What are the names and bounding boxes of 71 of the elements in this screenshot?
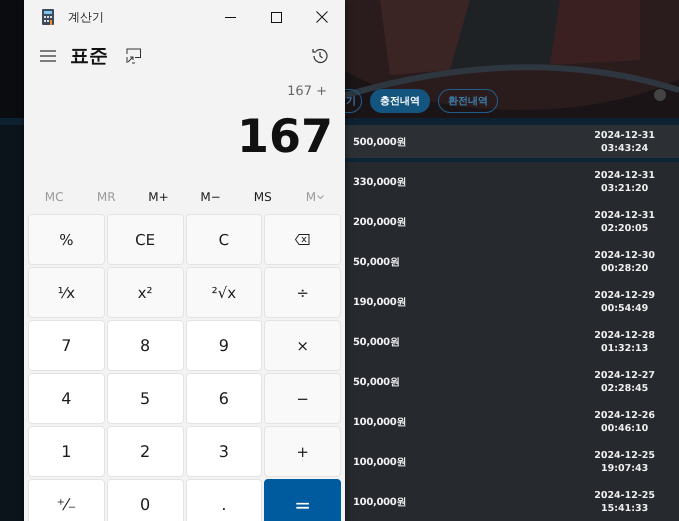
history-tab[interactable]: 환전내역 bbox=[438, 89, 498, 113]
number-key[interactable]: 9 bbox=[186, 320, 262, 372]
operator-key[interactable]: ¹⁄x bbox=[28, 267, 105, 318]
equals-key[interactable]: = bbox=[264, 479, 341, 521]
time-text: 00:46:10 bbox=[600, 422, 650, 435]
date-text: 2024-12-28 bbox=[594, 329, 655, 342]
time-text: 00:28:20 bbox=[600, 262, 650, 275]
number-key[interactable]: 8 bbox=[106, 320, 184, 372]
operator-key[interactable]: ²√x bbox=[186, 267, 262, 318]
date-text: 2024-12-29 bbox=[594, 289, 655, 302]
amount-text: 100,000원 bbox=[353, 456, 406, 469]
number-key[interactable]: 7 bbox=[28, 320, 105, 372]
mode-title: 표준 bbox=[70, 44, 108, 70]
maximize-icon bbox=[270, 12, 282, 22]
number-key[interactable]: 6 bbox=[186, 373, 262, 424]
memory-button[interactable]: M+ bbox=[132, 188, 185, 205]
number-key[interactable]: . bbox=[186, 479, 262, 521]
caret-icon bbox=[317, 194, 324, 199]
memory-button[interactable]: MS bbox=[236, 188, 289, 205]
amount-text: 50,000원 bbox=[353, 376, 400, 389]
number-key[interactable]: 5 bbox=[106, 373, 184, 424]
minimize-icon bbox=[224, 16, 236, 18]
time-text: 01:32:13 bbox=[600, 342, 650, 355]
number-key[interactable]: 1 bbox=[28, 426, 105, 478]
time-text: 02:20:05 bbox=[600, 222, 650, 235]
memory-button[interactable]: M− bbox=[184, 188, 237, 205]
number-key[interactable]: 3 bbox=[186, 426, 262, 478]
calculator-app-icon bbox=[42, 9, 54, 25]
number-key[interactable]: 0 bbox=[106, 479, 184, 521]
date-text: 2024-12-26 bbox=[594, 409, 655, 422]
date-text: 2024-12-31 bbox=[594, 209, 655, 222]
operator-key[interactable]: % bbox=[28, 214, 105, 266]
time-text: 03:21:20 bbox=[600, 182, 650, 195]
operator-key[interactable]: + bbox=[264, 426, 341, 478]
close-icon bbox=[316, 11, 328, 23]
operator-key[interactable]: x² bbox=[106, 267, 184, 318]
amount-text: 190,000원 bbox=[353, 296, 406, 309]
history-tab[interactable]: 충전내역 bbox=[370, 89, 430, 113]
date-text: 2024-12-25 bbox=[594, 489, 655, 502]
window-title: 계산기 bbox=[68, 8, 105, 26]
backspace-icon bbox=[295, 234, 310, 246]
amount-text: 330,000원 bbox=[353, 176, 406, 189]
time-text: 19:07:43 bbox=[600, 462, 650, 475]
amount-text: 50,000원 bbox=[353, 336, 400, 349]
menu-icon bbox=[40, 50, 56, 62]
time-text: 00:54:49 bbox=[600, 302, 650, 315]
operator-key[interactable]: CE bbox=[106, 214, 184, 266]
date-text: 2024-12-31 bbox=[594, 169, 655, 182]
number-key[interactable]: ⁺⁄₋ bbox=[28, 479, 105, 521]
number-key[interactable]: 2 bbox=[106, 426, 184, 478]
operator-key[interactable]: − bbox=[264, 373, 341, 424]
amount-text: 500,000원 bbox=[353, 136, 406, 148]
date-text: 2024-12-25 bbox=[594, 449, 655, 462]
number-key[interactable]: 4 bbox=[28, 373, 105, 424]
operator-key[interactable]: C bbox=[186, 214, 262, 266]
result-display: 167 bbox=[236, 108, 334, 166]
amount-text: 200,000원 bbox=[353, 216, 406, 229]
operator-key[interactable]: × bbox=[264, 320, 341, 372]
time-text: 02:28:45 bbox=[600, 382, 650, 395]
history-icon bbox=[311, 47, 329, 66]
expression-text: 167 + bbox=[286, 83, 328, 102]
amount-text: 50,000원 bbox=[353, 256, 400, 269]
date-text: 2024-12-27 bbox=[594, 369, 655, 382]
time-text: 03:43:24 bbox=[600, 142, 650, 154]
date-text: 2024-12-30 bbox=[594, 249, 655, 262]
amount-text: 100,000원 bbox=[353, 416, 406, 429]
amount-text: 100,000원 bbox=[353, 496, 406, 509]
operator-key[interactable]: ÷ bbox=[264, 267, 341, 318]
keep-on-top-icon bbox=[126, 48, 142, 64]
date-text: 2024-12-31 bbox=[594, 128, 655, 142]
time-text: 15:41:33 bbox=[600, 502, 650, 515]
